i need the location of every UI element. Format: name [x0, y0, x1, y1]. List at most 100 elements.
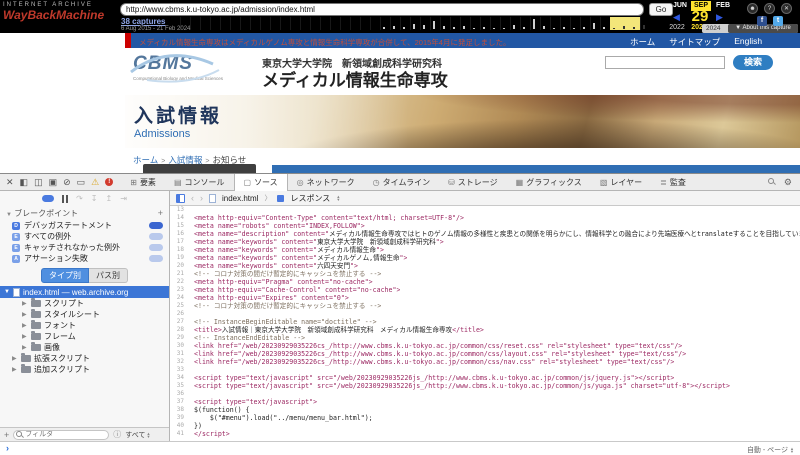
breakpoint-toggle[interactable] — [149, 244, 163, 251]
info-icon[interactable]: ⓘ — [113, 429, 121, 440]
code-line: 34<script type="text/javascript" src="/w… — [170, 374, 800, 382]
banner-subtitle: Admissions — [134, 128, 190, 140]
code-text: <meta name="description" content="メディカル情… — [188, 230, 800, 238]
site-search-button[interactable]: 検索 — [733, 55, 773, 70]
tab-監査[interactable]: ≣監査 — [651, 174, 695, 191]
capture-timeline-sparkline[interactable] — [180, 17, 648, 30]
tree-item[interactable]: ▶スクリプト — [0, 298, 169, 309]
tree-item[interactable]: ▶フォント — [0, 320, 169, 331]
breakpoints-toggle-icon[interactable] — [42, 195, 54, 202]
source-code-viewport[interactable]: 1314<meta http-equiv="Content-Type" cont… — [170, 206, 800, 441]
quick-console[interactable]: › 自動 - ページ ▲▼ — [0, 441, 800, 454]
tree-item[interactable]: ▶スタイルシート — [0, 309, 169, 320]
code-text: <link href="/web/20230929035226cs_/http:… — [188, 342, 682, 350]
code-line: 39 $("#menu").load("../menu/menu_bar.htm… — [170, 414, 800, 422]
disable-icon[interactable]: ⊘ — [63, 177, 71, 188]
tree-item[interactable]: ▶フレーム — [0, 331, 169, 342]
search-icon[interactable] — [768, 178, 776, 186]
code-text: $("#menu").load("../menu/menu_bar.html")… — [188, 414, 373, 422]
site-nav-link[interactable]: ホーム — [630, 36, 655, 48]
tree-item[interactable]: ▶拡張スクリプト — [0, 353, 169, 364]
folder-icon — [21, 355, 31, 362]
breakpoint-row[interactable]: Aアサーション失敗 — [0, 253, 169, 264]
account-icon[interactable]: ☻ — [747, 3, 758, 14]
close-toolbar-icon[interactable]: ✕ — [781, 3, 792, 14]
add-breakpoint-icon[interactable]: + — [158, 208, 163, 219]
step-over-icon[interactable]: ↷ — [76, 194, 83, 203]
tree-item[interactable]: ▶画像 — [0, 342, 169, 353]
resource-tree-root[interactable]: ▼ index.html — web.archive.org — [0, 286, 169, 298]
folder-icon — [21, 366, 31, 373]
code-line: 20<meta name="keywords" content="六四天安門"> — [170, 262, 800, 270]
breakpoint-toggle[interactable] — [149, 233, 163, 240]
tab-icon: ◷ — [373, 178, 380, 187]
tab-ソース[interactable]: ▢ソース — [234, 174, 288, 191]
tab-label: 監査 — [670, 177, 686, 188]
dock-side-icon[interactable]: ◧ — [20, 177, 29, 188]
previous-capture-icon[interactable]: ◀ — [673, 12, 680, 23]
seg-tab[interactable]: タイプ別 — [41, 268, 89, 283]
device-icon[interactable]: ▭ — [77, 177, 86, 188]
tab-タイムライン[interactable]: ◷タイムライン — [364, 174, 439, 191]
breakpoint-row[interactable]: Eキャッチされなかった例外 — [0, 242, 169, 253]
tab-コンソール[interactable]: ▤コンソール — [165, 174, 234, 191]
forward-icon[interactable]: › — [200, 193, 203, 203]
warnings-icon[interactable]: ⚠ — [91, 177, 99, 188]
scope-selector[interactable]: すべて ▲▼ — [125, 430, 150, 440]
capture-year[interactable]: 2022 — [666, 24, 688, 31]
tab-ネットワーク[interactable]: ◎ネットワーク — [288, 174, 364, 191]
gear-icon[interactable]: ⚙ — [784, 177, 792, 188]
wayback-logo[interactable]: INTERNET ARCHIVE WayBackMachine — [3, 2, 115, 22]
site-search-input[interactable] — [605, 56, 725, 69]
help-icon[interactable]: ? — [764, 3, 775, 14]
add-icon[interactable]: + — [4, 430, 9, 440]
step-into-icon[interactable]: ↧ — [91, 194, 98, 203]
source-file-name[interactable]: index.html — [222, 194, 258, 203]
site-nav-link[interactable]: English — [734, 36, 762, 48]
sidebar-toggle-icon[interactable] — [176, 194, 185, 203]
code-text: <!-- InstanceEndEditable --> — [188, 334, 305, 342]
response-view-selector[interactable]: レスポンス — [290, 193, 330, 204]
code-text — [188, 206, 194, 214]
line-number: 36 — [170, 390, 188, 398]
capture-bar — [643, 25, 645, 29]
tab-icon: ⛁ — [448, 178, 455, 187]
code-line: 25<!-- コロナ対策の間だけ暫定的にキャッシュを禁止する --> — [170, 302, 800, 310]
tree-item[interactable]: ▶追加スクリプト — [0, 364, 169, 375]
next-capture-icon[interactable]: ▶ — [716, 12, 723, 23]
pause-icon[interactable] — [62, 195, 68, 203]
dock-bottom-icon[interactable]: ◫ — [34, 177, 43, 188]
tab-要素[interactable]: ⊞要素 — [121, 174, 165, 191]
errors-icon[interactable]: ! — [105, 178, 113, 186]
twitter-share-icon[interactable]: t — [773, 16, 783, 26]
root-resource-label: index.html — web.archive.org — [23, 288, 128, 297]
seg-tab[interactable]: パス別 — [89, 268, 128, 283]
tab-label: コンソール — [185, 177, 225, 188]
archive-url-input[interactable] — [120, 3, 644, 16]
breakpoint-toggle[interactable] — [149, 222, 163, 229]
tab-レイヤー[interactable]: ▧レイヤー — [591, 174, 651, 191]
tab-ストレージ[interactable]: ⛁ストレージ — [439, 174, 507, 191]
breakpoint-row[interactable]: Dデバッガステートメント — [0, 220, 169, 231]
close-icon[interactable]: ✕ — [6, 177, 14, 188]
breakpoints-section-header[interactable]: ▼ ブレークポイント + — [0, 206, 169, 220]
capture-bar — [503, 28, 505, 29]
facebook-share-icon[interactable]: f — [757, 16, 767, 26]
capture-day: 29 — [686, 8, 714, 25]
code-line: 26 — [170, 310, 800, 318]
execution-context-selector[interactable]: 自動 - ページ ▲▼ — [747, 445, 794, 455]
detach-window-icon[interactable]: ▣ — [49, 177, 58, 188]
cbms-logo[interactable]: CBMS Computational Biology and Medical S… — [133, 53, 251, 81]
breakpoint-toggle[interactable] — [149, 255, 163, 262]
tab-グラフィックス[interactable]: ▦グラフィックス — [507, 174, 591, 191]
back-icon[interactable]: ‹ — [191, 193, 194, 203]
captures-link[interactable]: 38 captures — [121, 17, 165, 26]
about-capture-bar[interactable]: 2024 ▼ About this capture — [702, 24, 798, 33]
breakpoint-row[interactable]: Eすべての例外 — [0, 231, 169, 242]
step-out-icon[interactable]: ↥ — [106, 194, 113, 203]
site-nav-link[interactable]: サイトマップ — [669, 36, 720, 48]
step-next-icon[interactable]: ⇥ — [120, 194, 127, 203]
code-line: 41</script> — [170, 430, 800, 438]
line-number: 13 — [170, 206, 188, 214]
filter-input[interactable] — [13, 430, 109, 440]
